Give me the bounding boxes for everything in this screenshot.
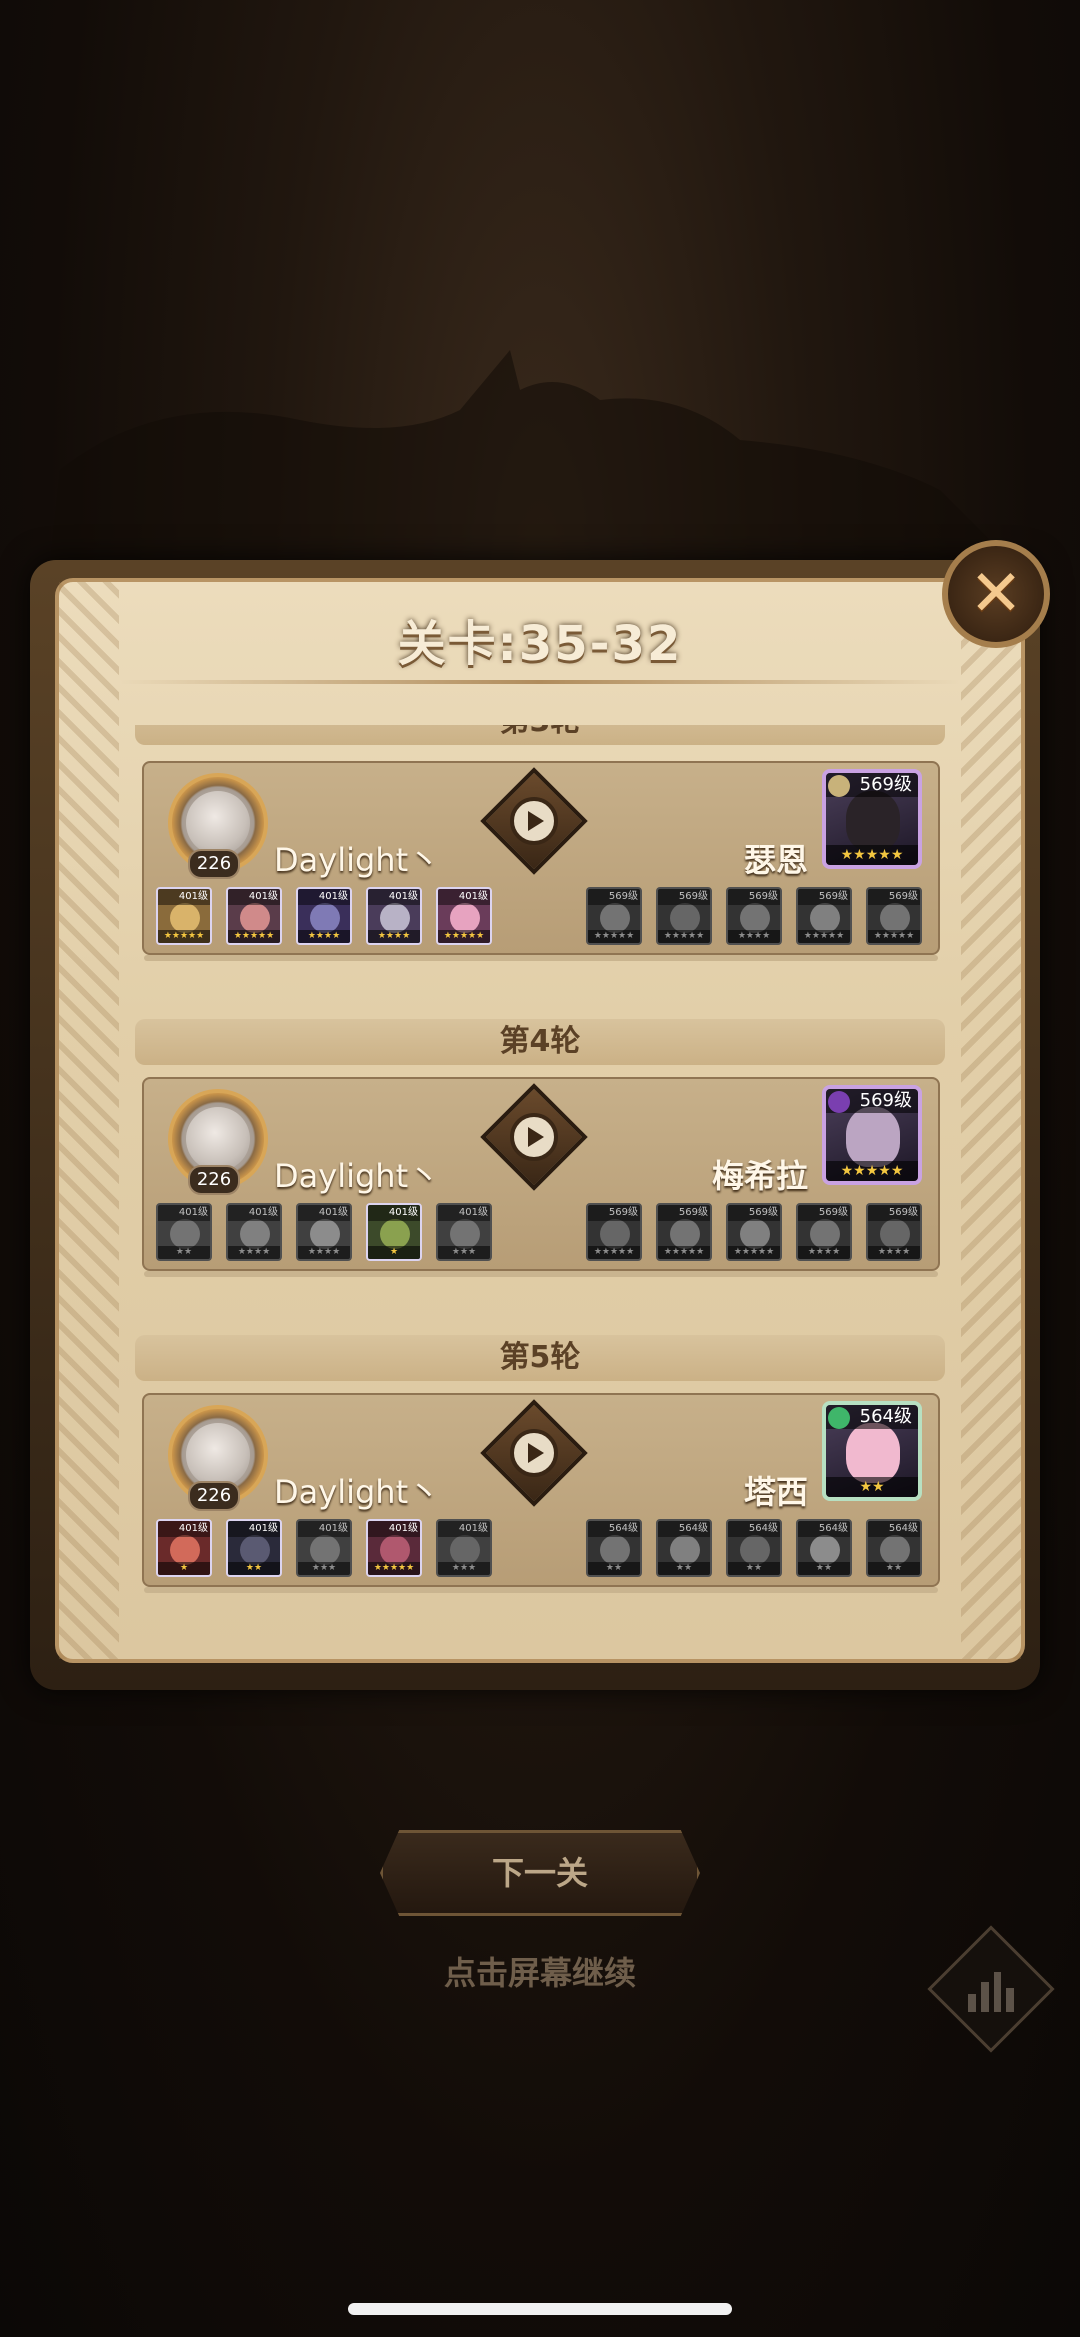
avatar (186, 1423, 250, 1487)
player-name: Daylight丶 (274, 1473, 441, 1511)
enemy-leader-stars: ★★★★★ (826, 1161, 918, 1181)
player-avatar[interactable]: 226 (150, 1397, 280, 1517)
round-header: 第3轮 (135, 725, 945, 745)
round-card: 226 Daylight丶 塔西 564级 ★★ 401级 ★ 401级 ★★ 40… (142, 1393, 940, 1593)
bar-chart-icon (968, 1966, 1014, 2012)
round-card: 226 Daylight丶 梅希拉 569级 ★★★★★ 401级 ★★ 401级… (142, 1077, 940, 1277)
round-card: 226 Daylight丶 瑟恩 569级 ★★★★★ 401级 ★★★★★ 40… (142, 761, 940, 961)
player-avatar[interactable]: 226 (150, 765, 280, 885)
home-indicator[interactable] (348, 2303, 732, 2315)
hero-portrait[interactable]: 401级 ★★★★ (296, 887, 352, 945)
player-level: 226 (188, 1165, 240, 1195)
enemy-name: 塔西 (743, 1473, 808, 1511)
faction-gem-icon (828, 775, 850, 797)
hero-portrait[interactable]: 401级 ★ (366, 1203, 422, 1261)
enemy-hero-portrait[interactable]: 569级 ★★★★★ (586, 1203, 642, 1261)
enemy-leader-stars: ★★ (826, 1477, 918, 1497)
enemy-hero-portrait[interactable]: 569级 ★★★★★ (656, 1203, 712, 1261)
enemy-hero-portrait[interactable]: 569级 ★★★★ (866, 1203, 922, 1261)
enemy-hero-portrait[interactable]: 569级 ★★★★★ (796, 887, 852, 945)
round-header: 第5轮 (135, 1335, 945, 1381)
enemy-hero-portrait[interactable]: 564级 ★★ (726, 1519, 782, 1577)
player-team: 401级 ★ 401级 ★★ 401级 ★★★ 401级 ★★★★★ 401级 ★★★ (156, 1519, 492, 1577)
enemy-name: 瑟恩 (743, 841, 808, 879)
enemy-hero-portrait[interactable]: 569级 ★★★★ (796, 1203, 852, 1261)
hero-portrait[interactable]: 401级 ★★★ (436, 1203, 492, 1261)
next-stage-button[interactable]: 下一关 (380, 1830, 700, 1916)
hero-portrait[interactable]: 401级 ★★ (156, 1203, 212, 1261)
enemy-hero-portrait[interactable]: 564级 ★★ (656, 1519, 712, 1577)
player-team: 401级 ★★★★★ 401级 ★★★★★ 401级 ★★★★ 401级 ★★★★ 40… (156, 887, 492, 945)
hero-portrait[interactable]: 401级 ★★ (226, 1519, 282, 1577)
hero-portrait[interactable]: 401级 ★★★ (296, 1519, 352, 1577)
enemy-hero-portrait[interactable]: 569级 ★★★★ (726, 887, 782, 945)
enemy-team: 564级 ★★ 564级 ★★ 564级 ★★ 564级 ★★ 564级 ★★ (586, 1519, 922, 1577)
play-icon (510, 1429, 558, 1477)
play-icon (510, 1113, 558, 1161)
avatar (186, 791, 250, 855)
enemy-hero-portrait[interactable]: 569级 ★★★★★ (866, 887, 922, 945)
hero-portrait[interactable]: 401级 ★★★ (436, 1519, 492, 1577)
hero-portrait[interactable]: 401级 ★★★★ (296, 1203, 352, 1261)
hero-portrait[interactable]: 401级 ★★★★★ (436, 887, 492, 945)
enemy-team: 569级 ★★★★★ 569级 ★★★★★ 569级 ★★★★ 569级 ★★★★★ 5… (586, 887, 922, 945)
enemy-leader-portrait[interactable]: 569级 ★★★★★ (822, 769, 922, 869)
close-icon: ✕ (969, 557, 1023, 631)
rounds-scroll-area[interactable]: 第3轮 226 Daylight丶 瑟恩 569级 ★★★★★ 401级★★★★… (130, 725, 950, 1605)
enemy-hero-portrait[interactable]: 569级 ★★★★★ (656, 887, 712, 945)
stage-title: 关卡:35-32 (397, 616, 683, 672)
avatar (186, 1107, 250, 1171)
play-icon (510, 797, 558, 845)
enemy-leader-face (846, 791, 900, 851)
enemy-name: 梅希拉 (711, 1157, 808, 1195)
hero-portrait[interactable]: 401级 ★ (156, 1519, 212, 1577)
player-name: Daylight丶 (274, 841, 441, 879)
enemy-hero-portrait[interactable]: 564级 ★★ (586, 1519, 642, 1577)
enemy-hero-portrait[interactable]: 569级 ★★★★★ (726, 1203, 782, 1261)
close-button[interactable]: ✕ (942, 540, 1050, 648)
title-divider (120, 680, 960, 684)
player-level: 226 (188, 1481, 240, 1511)
tap-to-continue-hint: 点击屏幕继续 (443, 1954, 636, 1992)
enemy-team: 569级 ★★★★★ 569级 ★★★★★ 569级 ★★★★★ 569级 ★★★★ 5… (586, 1203, 922, 1261)
faction-gem-icon (828, 1407, 850, 1429)
player-team: 401级 ★★ 401级 ★★★★ 401级 ★★★★ 401级 ★ 401级 ★★★ (156, 1203, 492, 1261)
player-name: Daylight丶 (274, 1157, 441, 1195)
hero-portrait[interactable]: 401级 ★★★★ (366, 887, 422, 945)
enemy-hero-portrait[interactable]: 564级 ★★ (796, 1519, 852, 1577)
hero-portrait[interactable]: 401级 ★★★★★ (366, 1519, 422, 1577)
enemy-leader-stars: ★★★★★ (826, 845, 918, 865)
enemy-hero-portrait[interactable]: 564级 ★★ (866, 1519, 922, 1577)
faction-gem-icon (828, 1091, 850, 1113)
hero-portrait[interactable]: 401级 ★★★★★ (226, 887, 282, 945)
enemy-leader-portrait[interactable]: 569级 ★★★★★ (822, 1085, 922, 1185)
enemy-leader-portrait[interactable]: 564级 ★★ (822, 1401, 922, 1501)
enemy-leader-face (846, 1423, 900, 1483)
enemy-leader-face (846, 1107, 900, 1167)
round-header: 第4轮 (135, 1019, 945, 1065)
hero-portrait[interactable]: 401级 ★★★★★ (156, 887, 212, 945)
hero-portrait[interactable]: 401级 ★★★★ (226, 1203, 282, 1261)
enemy-hero-portrait[interactable]: 569级 ★★★★★ (586, 887, 642, 945)
player-avatar[interactable]: 226 (150, 1081, 280, 1201)
player-level: 226 (188, 849, 240, 879)
